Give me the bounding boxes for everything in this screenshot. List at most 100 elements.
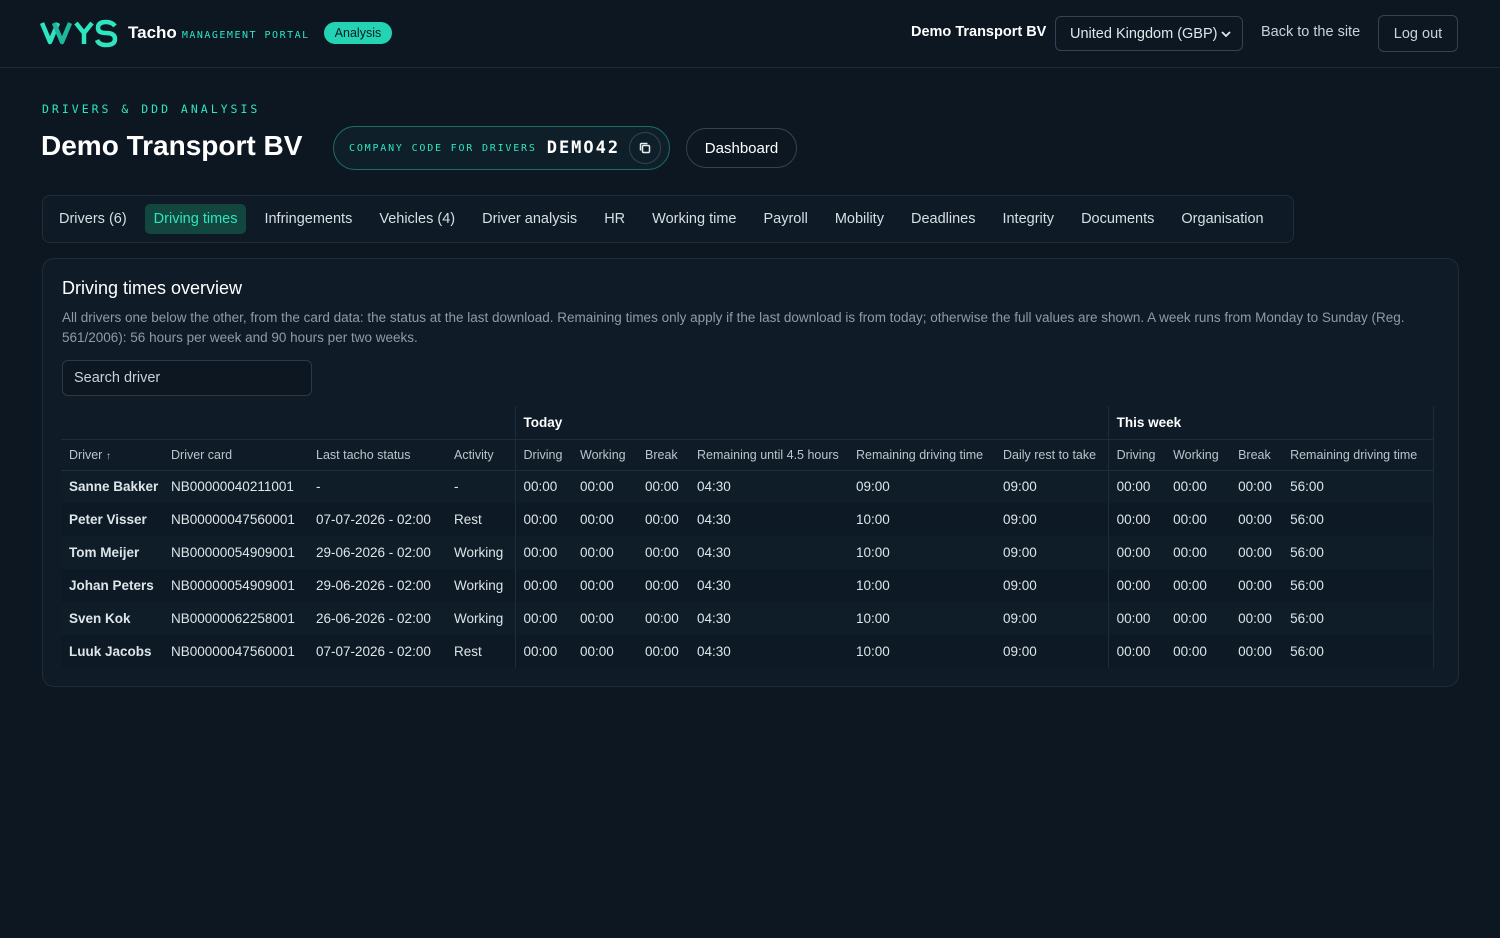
cell-driver: Luuk Jacobs bbox=[61, 635, 163, 668]
company-code-value: DEMO42 bbox=[546, 138, 621, 158]
cell-status: - bbox=[308, 470, 446, 503]
tab-hr[interactable]: HR bbox=[595, 204, 634, 234]
col-week-break[interactable]: Break bbox=[1230, 438, 1283, 471]
cell-week-break: 00:00 bbox=[1230, 470, 1283, 503]
cell-remaining-driving: 10:00 bbox=[848, 536, 995, 569]
cell-break: 00:00 bbox=[637, 536, 689, 569]
col-driver-card[interactable]: Driver card bbox=[163, 438, 308, 471]
col-today-driving[interactable]: Driving bbox=[514, 438, 572, 471]
cell-status: 07-07-2026 - 02:00 bbox=[308, 503, 446, 536]
cell-working: 00:00 bbox=[572, 569, 637, 602]
company-name: Demo Transport BV bbox=[911, 24, 1047, 40]
cell-week-remaining: 56:00 bbox=[1282, 602, 1434, 635]
logout-button[interactable]: Log out bbox=[1378, 15, 1458, 52]
cell-status: 29-06-2026 - 02:00 bbox=[308, 569, 446, 602]
sort-arrow-up-icon: ↑ bbox=[105, 450, 111, 462]
cell-break: 00:00 bbox=[637, 569, 689, 602]
brand-name: Tacho bbox=[128, 23, 177, 42]
tab-drivers[interactable]: Drivers (6) bbox=[50, 204, 136, 234]
cell-week-working: 00:00 bbox=[1165, 569, 1231, 602]
driving-times-table: Today This week Driver ↑ Driver card Las… bbox=[61, 406, 1434, 668]
cell-week-driving: 00:00 bbox=[1107, 569, 1166, 602]
column-headers: Driver ↑ Driver card Last tacho status A… bbox=[61, 438, 1434, 471]
col-today-working[interactable]: Working bbox=[572, 438, 637, 471]
copy-button[interactable] bbox=[629, 132, 661, 164]
cell-week-break: 00:00 bbox=[1230, 602, 1283, 635]
cell-break: 00:00 bbox=[637, 635, 689, 668]
cell-status: 29-06-2026 - 02:00 bbox=[308, 536, 446, 569]
cell-status: 07-07-2026 - 02:00 bbox=[308, 635, 446, 668]
cell-daily-rest: 09:00 bbox=[995, 635, 1109, 668]
tab-payroll[interactable]: Payroll bbox=[754, 204, 816, 234]
chevron-down-icon bbox=[1221, 31, 1231, 38]
cell-remaining-driving: 10:00 bbox=[848, 503, 995, 536]
cell-daily-rest: 09:00 bbox=[995, 470, 1109, 503]
col-remaining-4-5[interactable]: Remaining until 4.5 hours bbox=[689, 438, 848, 471]
top-bar: Tacho Management Portal Analysis Demo Tr… bbox=[0, 0, 1500, 68]
cell-week-working: 00:00 bbox=[1165, 602, 1231, 635]
cell-working: 00:00 bbox=[572, 602, 637, 635]
tab-documents[interactable]: Documents bbox=[1072, 204, 1163, 234]
cell-driver: Peter Visser bbox=[61, 503, 163, 536]
region-select-value: United Kingdom (GBP) bbox=[1070, 25, 1218, 42]
cell-card: NB00000054909001 bbox=[163, 569, 308, 602]
cell-activity: Working bbox=[446, 536, 515, 569]
col-week-driving[interactable]: Driving bbox=[1107, 438, 1166, 471]
col-today-break[interactable]: Break bbox=[637, 438, 689, 471]
cell-remaining-4-5: 04:30 bbox=[689, 635, 848, 668]
cell-break: 00:00 bbox=[637, 503, 689, 536]
tab-infringements[interactable]: Infringements bbox=[255, 204, 361, 234]
dashboard-button[interactable]: Dashboard bbox=[686, 128, 797, 168]
col-activity[interactable]: Activity bbox=[446, 438, 515, 471]
cell-driver: Sanne Bakker bbox=[61, 470, 163, 503]
region-select[interactable]: United Kingdom (GBP) bbox=[1055, 16, 1243, 51]
cell-remaining-driving: 10:00 bbox=[848, 569, 995, 602]
cell-week-break: 00:00 bbox=[1230, 536, 1283, 569]
cell-daily-rest: 09:00 bbox=[995, 602, 1109, 635]
table-row[interactable]: Sanne Bakker NB00000040211001 - - 00:00 … bbox=[61, 470, 1434, 503]
col-last-tacho-status[interactable]: Last tacho status bbox=[308, 438, 446, 471]
col-driver[interactable]: Driver ↑ bbox=[61, 438, 163, 471]
table-row[interactable]: Peter Visser NB00000047560001 07-07-2026… bbox=[61, 503, 1434, 536]
cell-week-break: 00:00 bbox=[1230, 503, 1283, 536]
cell-week-driving: 00:00 bbox=[1107, 635, 1166, 668]
group-header-week: This week bbox=[1107, 406, 1434, 439]
table-row[interactable]: Luuk Jacobs NB00000047560001 07-07-2026 … bbox=[61, 635, 1434, 668]
cell-week-driving: 00:00 bbox=[1107, 602, 1166, 635]
tab-driver-analysis[interactable]: Driver analysis bbox=[473, 204, 586, 234]
cell-card: NB00000062258001 bbox=[163, 602, 308, 635]
tab-bar: Drivers (6) Driving times Infringements … bbox=[42, 195, 1294, 243]
table-row[interactable]: Sven Kok NB00000062258001 26-06-2026 - 0… bbox=[61, 602, 1434, 635]
tab-deadlines[interactable]: Deadlines bbox=[902, 204, 985, 234]
cell-card: NB00000047560001 bbox=[163, 635, 308, 668]
cell-week-driving: 00:00 bbox=[1107, 503, 1166, 536]
col-remaining-driving[interactable]: Remaining driving time bbox=[848, 438, 995, 471]
cell-week-working: 00:00 bbox=[1165, 470, 1231, 503]
tab-driving-times[interactable]: Driving times bbox=[144, 204, 247, 234]
cell-daily-rest: 09:00 bbox=[995, 503, 1109, 536]
col-week-remaining-driving[interactable]: Remaining driving time bbox=[1282, 438, 1434, 471]
brand-subtitle: Management Portal bbox=[181, 29, 310, 41]
cell-activity: Working bbox=[446, 602, 515, 635]
card-title: Driving times overview bbox=[62, 278, 243, 298]
tab-mobility[interactable]: Mobility bbox=[826, 204, 893, 234]
cell-card: NB00000047560001 bbox=[163, 503, 308, 536]
tab-integrity[interactable]: Integrity bbox=[993, 204, 1063, 234]
cell-week-remaining: 56:00 bbox=[1282, 470, 1434, 503]
col-daily-rest[interactable]: Daily rest to take bbox=[995, 438, 1109, 471]
cell-break: 00:00 bbox=[637, 470, 689, 503]
copy-icon bbox=[639, 142, 651, 154]
table-row[interactable]: Johan Peters NB00000054909001 29-06-2026… bbox=[61, 569, 1434, 602]
table-row[interactable]: Tom Meijer NB00000054909001 29-06-2026 -… bbox=[61, 536, 1434, 569]
cell-week-driving: 00:00 bbox=[1107, 536, 1166, 569]
col-week-working[interactable]: Working bbox=[1165, 438, 1231, 471]
cell-working: 00:00 bbox=[572, 470, 637, 503]
cell-driving: 00:00 bbox=[514, 569, 572, 602]
brand[interactable]: Tacho Management Portal Analysis bbox=[40, 18, 393, 48]
search-input[interactable] bbox=[62, 360, 312, 396]
tab-organisation[interactable]: Organisation bbox=[1172, 204, 1272, 234]
cell-status: 26-06-2026 - 02:00 bbox=[308, 602, 446, 635]
tab-vehicles[interactable]: Vehicles (4) bbox=[370, 204, 464, 234]
back-to-site-link[interactable]: Back to the site bbox=[1261, 24, 1360, 40]
tab-working-time[interactable]: Working time bbox=[643, 204, 745, 234]
